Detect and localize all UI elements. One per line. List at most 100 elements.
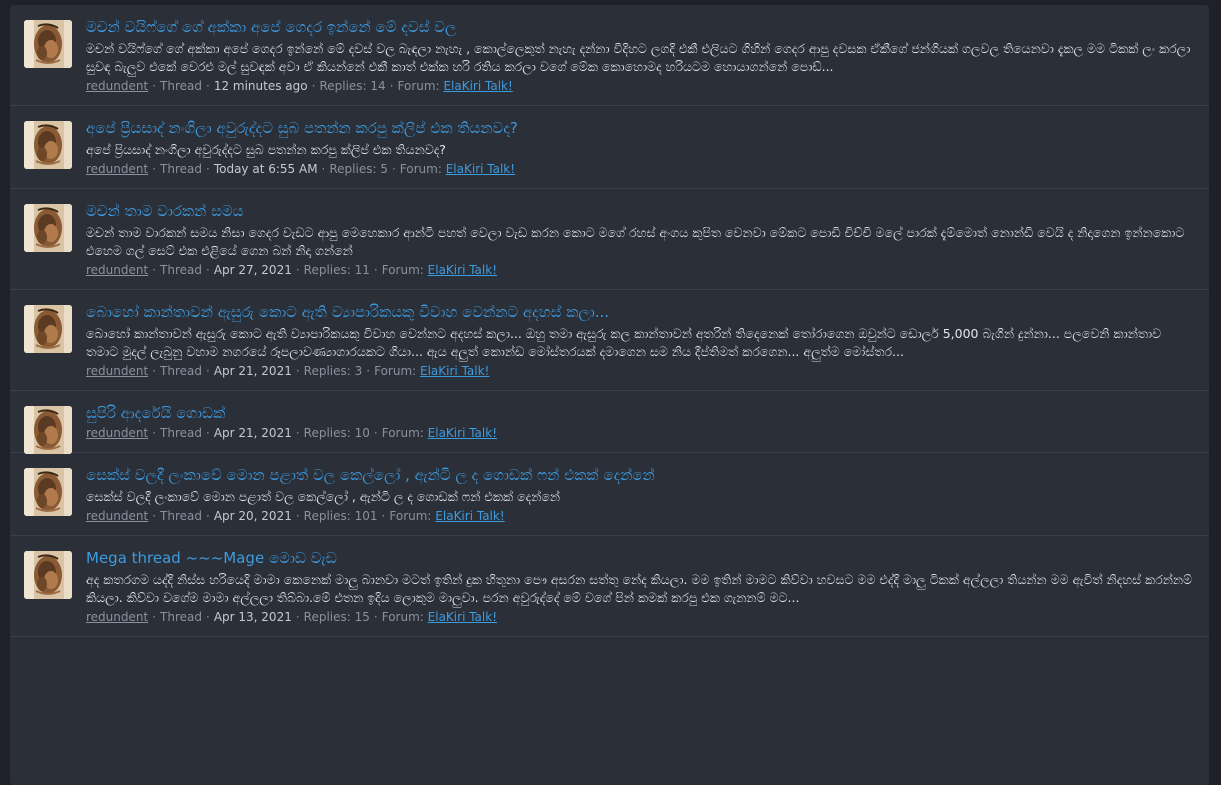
post-date: Apr 27, 2021 (213, 263, 292, 277)
result-meta: redundent · Thread · Apr 21, 2021 · Replies: 3… (86, 362, 1197, 380)
meta-separator: · (389, 79, 394, 93)
forum-link[interactable]: ElaKiri Talk! (428, 426, 497, 440)
result-title-link[interactable]: Mega thread ~~~Mage මොඩ වැඩ (86, 547, 1197, 569)
result-snippet: සෙක්ස් වලදී ලංකාවේ මොන පළාත් වල කෙල්ලෝ ,… (86, 489, 561, 504)
reply-count: Replies: 14 (319, 79, 386, 93)
forum-label: Forum: (381, 263, 424, 277)
author-link[interactable]: redundent (86, 364, 148, 378)
meta-separator: · (206, 426, 210, 440)
post-date: Apr 20, 2021 (213, 509, 292, 523)
meta-separator: · (206, 162, 210, 176)
search-result: සෙක්ස් වලදී ලංකාවේ මොන පළාත් වල කෙල්ලෝ ,… (10, 453, 1209, 536)
meta-separator: · (152, 509, 157, 523)
search-result: මචන් තාම වාරකන් සමය මචන් තාම වාරකන් සමය … (10, 189, 1209, 290)
search-result: බොහෝ කාන්තාවන් ඇසුරු කොට ඇති ව්‍යාපාරිකය… (10, 290, 1209, 391)
result-title-link[interactable]: සුපිරි ආදරේයි ගොඩක් (86, 402, 1197, 424)
avatar[interactable] (24, 551, 72, 599)
result-meta: redundent · Thread · Apr 20, 2021 · Replies: 1… (86, 507, 1197, 525)
meta-separator: · (321, 162, 326, 176)
search-results-list: මචන් වයිෆ්ගේ ගේ අක්කා අපේ ගෙදර ඉන්නේ මේ … (10, 5, 1209, 637)
meta-separator: · (381, 509, 386, 523)
avatar[interactable] (24, 20, 72, 68)
avatar[interactable] (24, 121, 72, 169)
forum-link[interactable]: ElaKiri Talk! (443, 79, 512, 93)
author-link[interactable]: redundent (86, 426, 148, 440)
content-type: Thread (160, 509, 202, 523)
meta-separator: · (366, 364, 371, 378)
meta-separator: · (391, 162, 396, 176)
search-results-panel: මචන් වයිෆ්ගේ ගේ අක්කා අපේ ගෙදර ඉන්නේ මේ … (10, 5, 1209, 785)
author-link[interactable]: redundent (86, 162, 148, 176)
result-snippet: අපේ ප්‍රියසාද් නංගිලා අවුරුද්දට සුබ පතන්… (86, 142, 446, 157)
reply-count: Replies: 11 (303, 263, 370, 277)
meta-separator: · (373, 610, 378, 624)
meta-separator: · (295, 509, 300, 523)
author-link[interactable]: redundent (86, 509, 148, 523)
result-title-link[interactable]: බොහෝ කාන්තාවන් ඇසුරු කොට ඇති ව්‍යාපාරිකය… (86, 301, 1197, 323)
result-snippet: මචන් තාම වාරකන් සමය නිසා ගෙදර වැඩට ආපු ම… (86, 225, 1185, 258)
result-title-link[interactable]: මචන් තාම වාරකන් සමය (86, 200, 1197, 222)
avatar-image (24, 121, 72, 169)
meta-separator: · (152, 79, 157, 93)
content-type: Thread (160, 610, 202, 624)
reply-count: Replies: 101 (303, 509, 378, 523)
content-type: Thread (160, 426, 202, 440)
meta-separator: · (152, 162, 157, 176)
post-date: Today at 6:55 AM (213, 162, 318, 176)
meta-separator: · (295, 263, 300, 277)
meta-separator: · (311, 79, 316, 93)
result-title-link[interactable]: මචන් වයිෆ්ගේ ගේ අක්කා අපේ ගෙදර ඉන්නේ මේ … (86, 16, 1197, 38)
avatar[interactable] (24, 305, 72, 353)
post-date: Apr 13, 2021 (213, 610, 292, 624)
forum-label: Forum: (399, 162, 442, 176)
meta-separator: · (295, 610, 300, 624)
meta-separator: · (152, 263, 157, 277)
avatar[interactable] (24, 406, 72, 454)
avatar-image (24, 551, 72, 599)
meta-separator: · (152, 426, 157, 440)
post-date: Apr 21, 2021 (213, 364, 292, 378)
search-result: Mega thread ~~~Mage මොඩ වැඩ අද කතරගම යද්… (10, 536, 1209, 637)
author-link[interactable]: redundent (86, 79, 148, 93)
reply-count: Replies: 3 (303, 364, 363, 378)
result-snippet: මචන් වයිෆ්ගේ ගේ අක්කා අපේ ගෙදර ඉන්නේ මේ … (86, 41, 1191, 74)
forum-link[interactable]: ElaKiri Talk! (446, 162, 515, 176)
search-result: සුපිරි ආදරේයි ගොඩක් redundent · Thread · Apr… (10, 391, 1209, 454)
meta-separator: · (152, 364, 157, 378)
meta-separator: · (373, 263, 378, 277)
meta-separator: · (206, 509, 210, 523)
result-meta: redundent · Thread · Apr 27, 2021 · Replies: 1… (86, 261, 1197, 279)
avatar-image (24, 305, 72, 353)
content-type: Thread (160, 364, 202, 378)
author-link[interactable]: redundent (86, 263, 148, 277)
meta-separator: · (206, 364, 210, 378)
avatar[interactable] (24, 468, 72, 516)
meta-separator: · (152, 610, 157, 624)
post-date: 12 minutes ago (213, 79, 308, 93)
forum-label: Forum: (397, 79, 440, 93)
reply-count: Replies: 5 (329, 162, 388, 176)
forum-link[interactable]: ElaKiri Talk! (428, 610, 497, 624)
result-meta: redundent · Thread · Today at 6:55 AM · Replie… (86, 160, 1197, 178)
content-type: Thread (160, 79, 202, 93)
forum-label: Forum: (374, 364, 417, 378)
avatar-image (24, 204, 72, 252)
forum-label: Forum: (389, 509, 432, 523)
reply-count: Replies: 10 (303, 426, 370, 440)
content-type: Thread (160, 162, 202, 176)
avatar[interactable] (24, 204, 72, 252)
author-link[interactable]: redundent (86, 610, 148, 624)
forum-link[interactable]: ElaKiri Talk! (435, 509, 504, 523)
meta-separator: · (295, 426, 300, 440)
meta-separator: · (206, 79, 210, 93)
forum-link[interactable]: ElaKiri Talk! (420, 364, 489, 378)
result-title-link[interactable]: අපේ ප්‍රියසාද් නංගිලා අවුරුද්දට සුබ පතන්… (86, 117, 1197, 139)
result-title-link[interactable]: සෙක්ස් වලදී ලංකාවේ මොන පළාත් වල කෙල්ලෝ ,… (86, 464, 1197, 486)
result-snippet: අද කතරගම යද්දි නිස්ස හරියෙදි මාමා කෙනෙක්… (86, 572, 1193, 605)
forum-link[interactable]: ElaKiri Talk! (428, 263, 497, 277)
result-meta: redundent · Thread · Apr 13, 2021 · Replies: 1… (86, 608, 1197, 626)
result-meta: redundent · Thread · Apr 21, 2021 · Replies: 1… (86, 424, 1197, 442)
meta-separator: · (373, 426, 378, 440)
avatar-image (24, 468, 72, 516)
search-result: අපේ ප්‍රියසාද් නංගිලා අවුරුද්දට සුබ පතන්… (10, 106, 1209, 189)
